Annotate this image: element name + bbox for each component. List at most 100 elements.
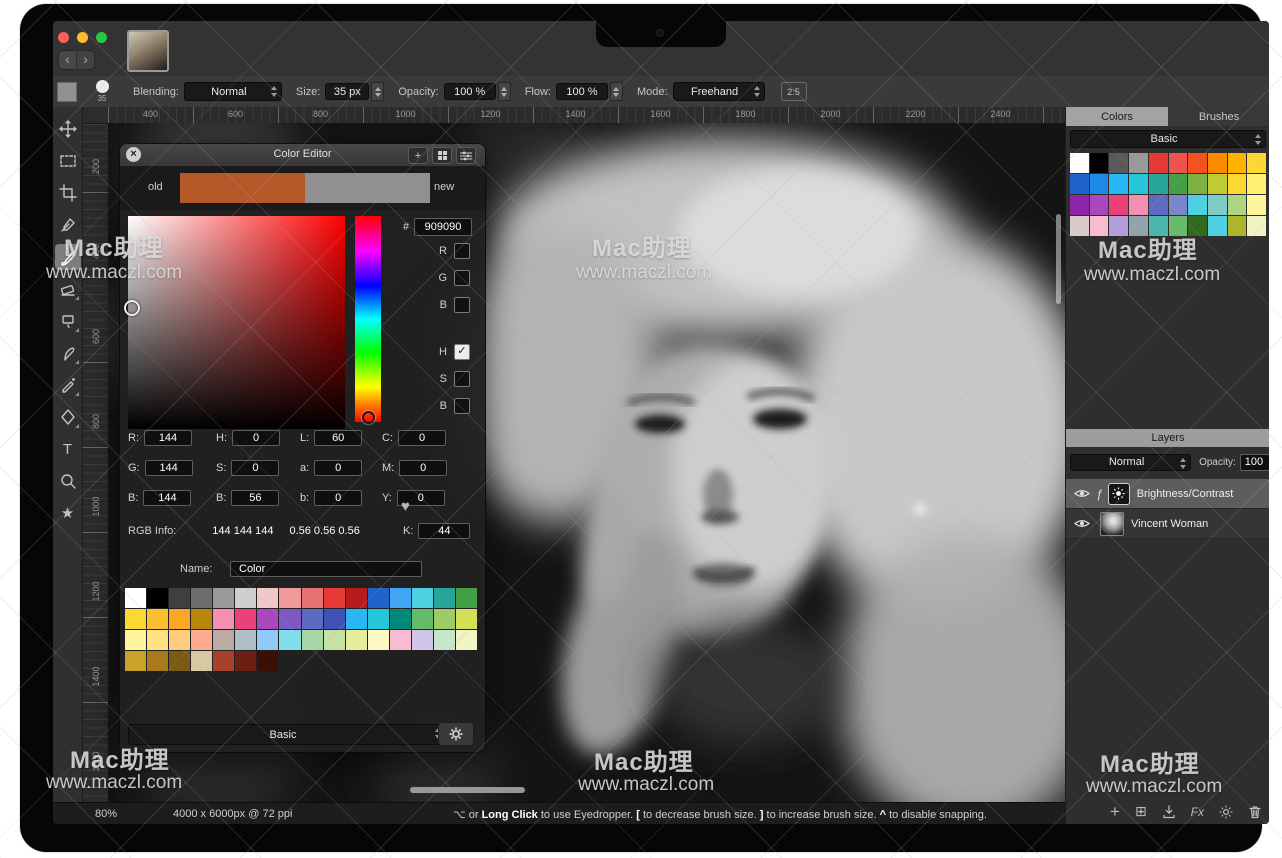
tab-brushes[interactable]: Brushes (1168, 107, 1269, 126)
palette-swatch[interactable] (1208, 195, 1227, 215)
crop-tool[interactable] (55, 180, 81, 206)
vertical-scrollbar[interactable] (1056, 214, 1061, 304)
add-group-button[interactable]: ⊞ (1135, 803, 1147, 820)
palette-swatch[interactable] (1149, 174, 1168, 194)
text-tool[interactable]: T (55, 436, 81, 462)
palette-swatch[interactable] (1208, 174, 1227, 194)
layer-visibility-icon[interactable] (1074, 518, 1090, 529)
palette-swatch[interactable] (1149, 216, 1168, 236)
hue-cursor[interactable] (362, 411, 375, 424)
palette-swatch[interactable] (302, 609, 323, 629)
favorites-tool[interactable]: ★ (55, 500, 81, 526)
palette-swatch[interactable] (257, 609, 278, 629)
palette-swatch[interactable] (434, 609, 455, 629)
color-editor-header[interactable]: × Color Editor + (120, 144, 485, 167)
airbrush-tool[interactable] (55, 372, 81, 398)
grid-view-button[interactable] (432, 147, 452, 164)
hue-slider[interactable] (355, 216, 381, 422)
palette-swatch[interactable] (456, 588, 477, 608)
palette-swatch[interactable] (1129, 174, 1148, 194)
palette-swatch[interactable] (169, 651, 190, 671)
zoom-tool[interactable] (55, 468, 81, 494)
mode-dropdown[interactable]: Freehand (673, 82, 765, 101)
palette-swatch[interactable] (1169, 174, 1188, 194)
import-button[interactable] (1162, 805, 1176, 819)
palette-swatch[interactable] (1228, 195, 1247, 215)
wet-eraser-tool[interactable] (55, 308, 81, 334)
colors-preset-dropdown[interactable]: Basic (1070, 130, 1266, 148)
adjustments-button[interactable] (1219, 805, 1233, 819)
palette-swatch[interactable] (456, 630, 477, 650)
palette-swatch[interactable] (147, 630, 168, 650)
value-field-input[interactable]: 0 (231, 460, 279, 476)
palette-swatch[interactable] (235, 588, 256, 608)
palette-swatch[interactable] (1247, 174, 1266, 194)
palette-swatch[interactable] (368, 630, 389, 650)
palette-swatch[interactable] (125, 609, 146, 629)
palette-swatch[interactable] (324, 630, 345, 650)
minimize-window-button[interactable] (77, 32, 88, 43)
sliders-view-button[interactable] (456, 147, 476, 164)
palette-swatch[interactable] (213, 609, 234, 629)
delete-layer-button[interactable] (1248, 805, 1262, 819)
palette-swatch[interactable] (324, 588, 345, 608)
palette-swatch[interactable] (1149, 153, 1168, 173)
palette-swatch[interactable] (1090, 216, 1109, 236)
marquee-select-tool[interactable] (55, 148, 81, 174)
current-color-swatch[interactable] (57, 82, 77, 102)
palette-swatch[interactable] (302, 630, 323, 650)
layer-visibility-icon[interactable] (1074, 488, 1090, 499)
favorite-color-heart-icon[interactable]: ♥ (401, 498, 410, 515)
palette-swatch[interactable] (346, 609, 367, 629)
palette-swatch[interactable] (191, 651, 212, 671)
palette-swatch[interactable] (1188, 174, 1207, 194)
palette-swatch[interactable] (213, 588, 234, 608)
palette-swatch[interactable] (456, 609, 477, 629)
palette-swatch[interactable] (346, 588, 367, 608)
value-field-input[interactable]: 144 (145, 460, 193, 476)
palette-swatch[interactable] (147, 651, 168, 671)
paintbrush-tool[interactable] (55, 244, 81, 270)
tab-colors[interactable]: Colors (1066, 107, 1168, 126)
eyedropper-tool[interactable] (55, 212, 81, 238)
effects-button[interactable]: Fx (1191, 805, 1204, 819)
value-field-input[interactable]: 144 (143, 490, 191, 506)
color-name-input[interactable]: Color (230, 561, 422, 577)
palette-swatch[interactable] (1169, 216, 1188, 236)
palette-swatch[interactable] (191, 609, 212, 629)
palette-swatch[interactable] (125, 630, 146, 650)
palette-swatch[interactable] (1228, 216, 1247, 236)
old-color-swatch[interactable] (180, 173, 305, 203)
palette-swatch[interactable] (390, 630, 411, 650)
palette-swatch[interactable] (191, 630, 212, 650)
palette-settings-button[interactable] (438, 722, 474, 746)
fill-tool[interactable] (55, 404, 81, 430)
palette-swatch[interactable] (1188, 153, 1207, 173)
opacity-field[interactable]: 100 % (444, 83, 496, 100)
palette-swatch[interactable] (169, 630, 190, 650)
palette-swatch[interactable] (412, 588, 433, 608)
palette-swatch[interactable] (1129, 195, 1148, 215)
value-field-input[interactable]: 0 (314, 460, 362, 476)
palette-swatch[interactable] (346, 630, 367, 650)
palette-swatch[interactable] (235, 630, 256, 650)
channel-checkbox[interactable] (454, 243, 470, 259)
eraser-tool[interactable] (55, 276, 81, 302)
value-field-input[interactable]: 0 (399, 460, 447, 476)
palette-swatch[interactable] (1208, 216, 1227, 236)
palette-swatch[interactable] (235, 609, 256, 629)
palette-swatch[interactable] (1188, 216, 1207, 236)
move-tool[interactable] (55, 116, 81, 142)
value-field-input[interactable]: 60 (314, 430, 362, 446)
palette-swatch[interactable] (434, 630, 455, 650)
back-button[interactable]: ‹ (59, 51, 76, 69)
palette-swatch[interactable] (1129, 216, 1148, 236)
palette-swatch[interactable] (279, 630, 300, 650)
palette-swatch[interactable] (412, 630, 433, 650)
channel-checkbox[interactable] (454, 270, 470, 286)
sv-cursor[interactable] (124, 300, 140, 316)
value-field-input[interactable]: 56 (231, 490, 279, 506)
palette-swatch[interactable] (169, 588, 190, 608)
palette-swatch[interactable] (368, 609, 389, 629)
layer-row-adjustment[interactable]: ƒ Brightness/Contrast (1066, 479, 1269, 509)
